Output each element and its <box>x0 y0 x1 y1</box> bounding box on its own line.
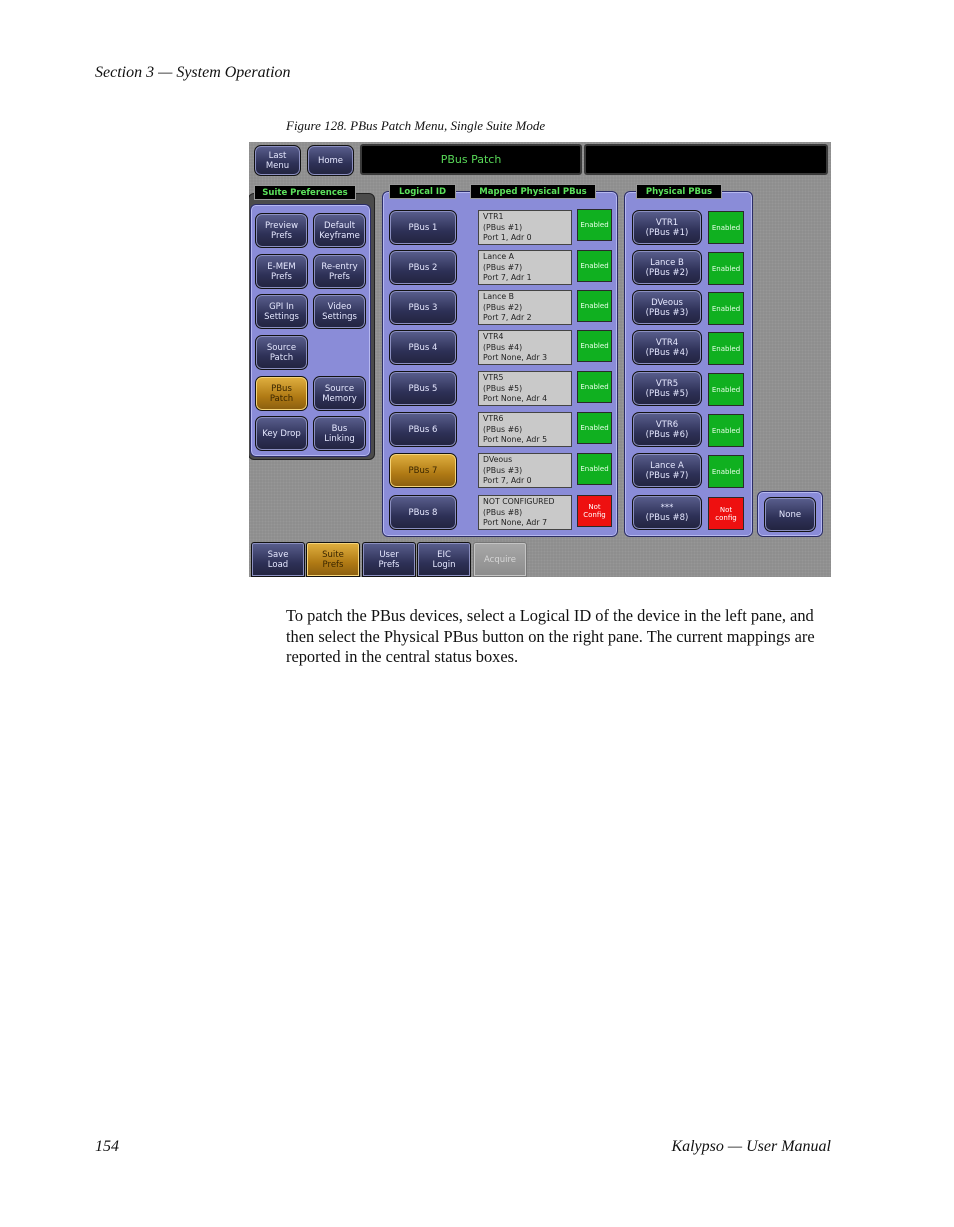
none-button[interactable]: None <box>764 497 816 532</box>
save-load-tab[interactable]: Save Load <box>251 542 305 577</box>
source-patch-button[interactable]: Source Patch <box>255 335 308 370</box>
physical-pbus-2-button[interactable]: Lance B (PBus #2) <box>632 250 702 285</box>
mapped-status-2: Lance A (PBus #7) Port 7, Adr 1 <box>478 250 572 285</box>
home-button[interactable]: Home <box>307 145 354 176</box>
mapped-status-7: DVeous (PBus #3) Port 7, Adr 0 <box>478 453 572 488</box>
mapped-indicator-2: Enabled <box>577 250 612 282</box>
figure-caption: Figure 128. PBus Patch Menu, Single Suit… <box>286 118 546 133</box>
physical-indicator-7: Enabled <box>708 455 744 488</box>
physical-indicator-6: Enabled <box>708 414 744 447</box>
physical-indicator-8: Not config <box>708 497 744 530</box>
key-drop-button[interactable]: Key Drop <box>255 416 308 451</box>
logical-pbus-1-button[interactable]: PBus 1 <box>389 210 457 245</box>
gpi-in-settings-button[interactable]: GPI In Settings <box>255 294 308 329</box>
source-memory-button[interactable]: Source Memory <box>313 376 366 411</box>
logical-id-label: Logical ID <box>389 184 456 199</box>
mapped-indicator-6: Enabled <box>577 412 612 444</box>
logical-pbus-3-button[interactable]: PBus 3 <box>389 290 457 325</box>
physical-pbus-label: Physical PBus <box>636 184 722 199</box>
page-number: 154 <box>95 1138 119 1155</box>
physical-indicator-3: Enabled <box>708 292 744 325</box>
physical-pbus-4-button[interactable]: VTR4 (PBus #4) <box>632 330 702 365</box>
section-header: Section 3 — System Operation <box>95 64 291 81</box>
physical-indicator-1: Enabled <box>708 211 744 244</box>
physical-pbus-5-button[interactable]: VTR5 (PBus #5) <box>632 371 702 406</box>
physical-pbus-6-button[interactable]: VTR6 (PBus #6) <box>632 412 702 447</box>
mapped-indicator-5: Enabled <box>577 371 612 403</box>
physical-indicator-4: Enabled <box>708 332 744 365</box>
logical-pbus-6-button[interactable]: PBus 6 <box>389 412 457 447</box>
menu-title: PBus Patch <box>360 144 582 175</box>
physical-pbus-7-button[interactable]: Lance A (PBus #7) <box>632 453 702 488</box>
bus-linking-button[interactable]: Bus Linking <box>313 416 366 451</box>
physical-pbus-8-button[interactable]: *** (PBus #8) <box>632 495 702 530</box>
e-mem-prefs-button[interactable]: E-MEM Prefs <box>255 254 308 289</box>
mapped-indicator-4: Enabled <box>577 330 612 362</box>
logical-pbus-8-button[interactable]: PBus 8 <box>389 495 457 530</box>
mapped-status-8: NOT CONFIGURED (PBus #8) Port None, Adr … <box>478 495 572 530</box>
video-settings-button[interactable]: Video Settings <box>313 294 366 329</box>
physical-pbus-3-button[interactable]: DVeous (PBus #3) <box>632 290 702 325</box>
default-keyframe-button[interactable]: Default Keyframe <box>313 213 366 248</box>
pbus-patch-button[interactable]: PBus Patch <box>255 376 308 411</box>
mapped-indicator-8: Not Config <box>577 495 612 527</box>
mapped-physical-label: Mapped Physical PBus <box>470 184 596 199</box>
mapped-status-4: VTR4 (PBus #4) Port None, Adr 3 <box>478 330 572 365</box>
mapped-indicator-3: Enabled <box>577 290 612 322</box>
last-menu-button[interactable]: Last Menu <box>254 145 301 176</box>
mapped-indicator-7: Enabled <box>577 453 612 485</box>
user-prefs-tab[interactable]: User Prefs <box>362 542 416 577</box>
title-blank <box>584 144 828 175</box>
physical-pbus-1-button[interactable]: VTR1 (PBus #1) <box>632 210 702 245</box>
logical-pbus-4-button[interactable]: PBus 4 <box>389 330 457 365</box>
acquire-tab[interactable]: Acquire <box>473 542 527 577</box>
logical-pbus-2-button[interactable]: PBus 2 <box>389 250 457 285</box>
pbus-patch-screen: Last Menu Home PBus Patch Suite Preferen… <box>249 142 831 577</box>
logical-pbus-7-button[interactable]: PBus 7 <box>389 453 457 488</box>
manual-title: Kalypso — User Manual <box>671 1138 831 1155</box>
logical-pbus-5-button[interactable]: PBus 5 <box>389 371 457 406</box>
eic-login-tab[interactable]: EIC Login <box>417 542 471 577</box>
mapped-status-5: VTR5 (PBus #5) Port None, Adr 4 <box>478 371 572 406</box>
mapped-status-6: VTR6 (PBus #6) Port None, Adr 5 <box>478 412 572 447</box>
body-paragraph: To patch the PBus devices, select a Logi… <box>286 606 815 666</box>
suite-prefs-tab[interactable]: Suite Prefs <box>306 542 360 577</box>
physical-indicator-5: Enabled <box>708 373 744 406</box>
re-entry-prefs-button[interactable]: Re-entry Prefs <box>313 254 366 289</box>
mapped-status-1: VTR1 (PBus #1) Port 1, Adr 0 <box>478 210 572 245</box>
preview-prefs-button[interactable]: Preview Prefs <box>255 213 308 248</box>
physical-indicator-2: Enabled <box>708 252 744 285</box>
mapped-indicator-1: Enabled <box>577 209 612 241</box>
suite-prefs-label: Suite Preferences <box>254 185 356 200</box>
mapped-status-3: Lance B (PBus #2) Port 7, Adr 2 <box>478 290 572 325</box>
